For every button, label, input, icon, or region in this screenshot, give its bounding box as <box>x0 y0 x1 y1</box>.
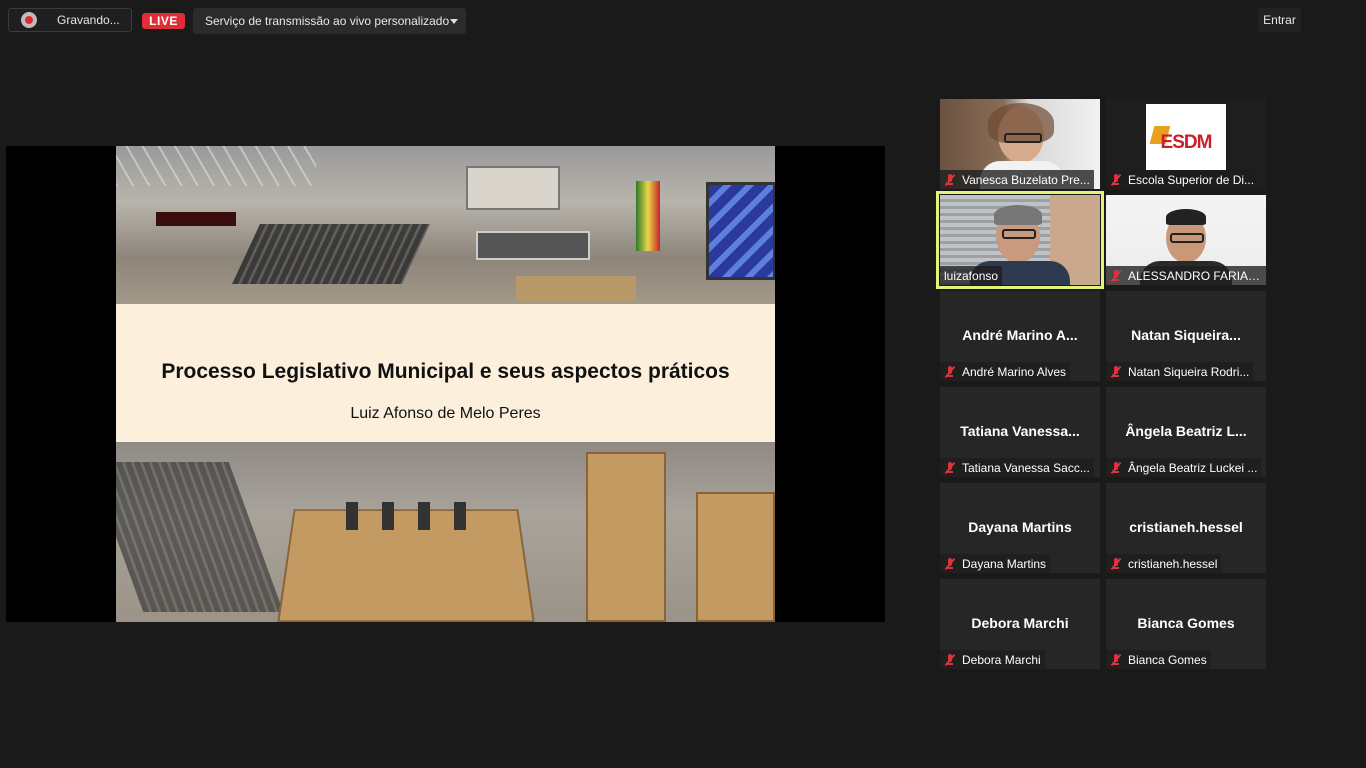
participant-tile[interactable]: Bianca Gomes Bianca Gomes <box>1106 579 1266 669</box>
participant-tile[interactable]: Dayana Martins Dayana Martins <box>940 483 1100 573</box>
slide-title: Processo Legislativo Municipal e seus as… <box>161 360 730 383</box>
stream-service-select[interactable]: Serviço de transmissão ao vivo personali… <box>193 8 466 34</box>
mic-muted-icon <box>1110 653 1122 666</box>
participant-name: Escola Superior de Di... <box>1128 172 1255 187</box>
mic-muted-icon <box>1110 365 1122 378</box>
participant-display-name: Tatiana Vanessa... <box>960 423 1080 439</box>
participant-display-name: Natan Siqueira... <box>1131 327 1241 343</box>
participant-name: cristianeh.hessel <box>1128 556 1218 571</box>
participant-tile[interactable]: André Marino A... André Marino Alves <box>940 291 1100 381</box>
participant-name: André Marino Alves <box>962 364 1067 379</box>
participant-tile[interactable]: Vanesca Buzelato Pre... <box>940 99 1100 189</box>
participant-tile[interactable]: ESDM Escola Superior de Di... <box>1106 99 1266 189</box>
participant-name: Debora Marchi <box>962 652 1041 667</box>
participant-display-name: Debora Marchi <box>971 615 1069 631</box>
stream-service-label: Serviço de transmissão ao vivo personali… <box>205 14 450 28</box>
mic-muted-icon <box>944 173 956 186</box>
participant-name: Tatiana Vanessa Sacc... <box>962 460 1090 475</box>
participant-name: Bianca Gomes <box>1128 652 1207 667</box>
participant-tile[interactable]: Tatiana Vanessa... Tatiana Vanessa Sacc.… <box>940 387 1100 477</box>
mic-muted-icon <box>944 653 956 666</box>
mic-muted-icon <box>1110 461 1122 474</box>
participant-name: Dayana Martins <box>962 556 1047 571</box>
mic-muted-icon <box>944 557 956 570</box>
participant-tile[interactable]: Ângela Beatriz L... Ângela Beatriz Lucke… <box>1106 387 1266 477</box>
participant-display-name: cristianeh.hessel <box>1129 519 1243 535</box>
participant-tile[interactable]: Natan Siqueira... Natan Siqueira Rodri..… <box>1106 291 1266 381</box>
mic-muted-icon <box>1110 269 1122 282</box>
presentation-slide: Processo Legislativo Municipal e seus as… <box>116 146 775 622</box>
participant-name: Natan Siqueira Rodri... <box>1128 364 1250 379</box>
participant-name: Ângela Beatriz Luckei ... <box>1128 460 1258 475</box>
participant-display-name: Bianca Gomes <box>1137 615 1235 631</box>
live-badge: LIVE <box>142 13 185 29</box>
enter-button[interactable]: Entrar <box>1258 8 1301 32</box>
participant-display-name: Ângela Beatriz L... <box>1125 423 1247 439</box>
recording-indicator[interactable]: Gravando... <box>8 8 132 32</box>
participant-tile[interactable]: cristianeh.hessel cristianeh.hessel <box>1106 483 1266 573</box>
chamber-photo-top <box>116 146 775 306</box>
participant-tile-active-speaker[interactable]: luizafonso <box>936 191 1104 289</box>
esdm-logo: ESDM <box>1146 104 1226 170</box>
participant-name: Vanesca Buzelato Pre... <box>962 172 1090 187</box>
recording-label: Gravando... <box>57 13 120 27</box>
slide-subtitle: Luiz Afonso de Melo Peres <box>350 405 541 422</box>
recording-icon <box>21 12 37 28</box>
participant-display-name: Dayana Martins <box>968 519 1072 535</box>
chevron-down-icon <box>450 19 458 24</box>
mic-muted-icon <box>944 461 956 474</box>
mic-muted-icon <box>1110 173 1122 186</box>
shared-screen: Processo Legislativo Municipal e seus as… <box>6 146 885 622</box>
participant-tile[interactable]: ALESSANDRO FARIAS... <box>1106 195 1266 285</box>
mic-muted-icon <box>944 365 956 378</box>
chamber-photo-bottom <box>116 442 775 622</box>
participant-tile[interactable]: Debora Marchi Debora Marchi <box>940 579 1100 669</box>
participant-display-name: André Marino A... <box>962 327 1078 343</box>
mic-muted-icon <box>1110 557 1122 570</box>
participant-name: luizafonso <box>944 268 999 283</box>
participant-name: ALESSANDRO FARIAS... <box>1128 268 1262 283</box>
